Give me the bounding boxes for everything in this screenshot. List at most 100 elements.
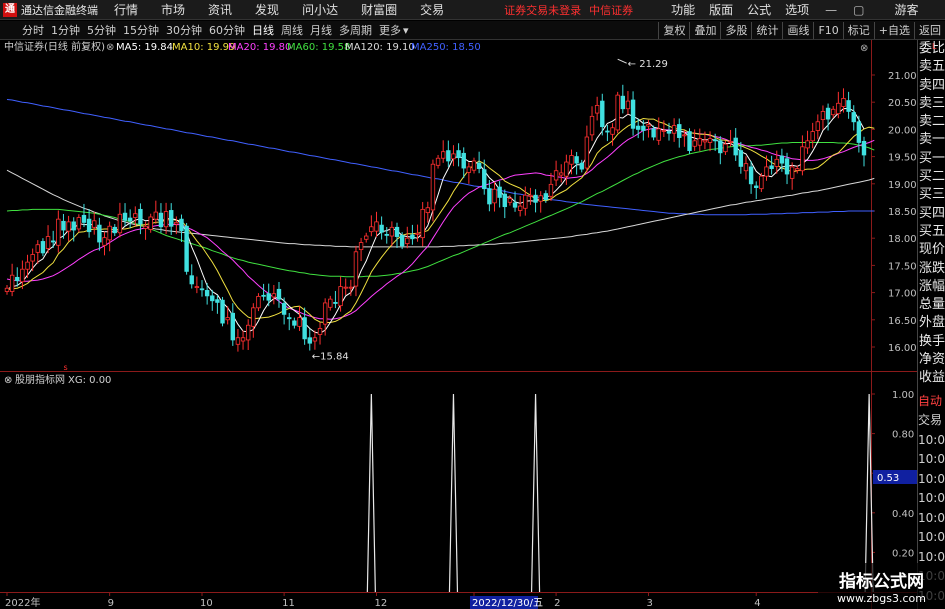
candle-body[interactable] [641,125,646,131]
stock-title-text[interactable]: 中信证券(日线 前复权) [4,40,105,53]
candle-body[interactable] [415,232,420,235]
candle-body[interactable] [825,107,831,120]
candle-body[interactable] [343,286,348,289]
candle-body[interactable] [292,320,297,326]
tool-biaoji[interactable]: 标记 [842,21,874,39]
candle-body[interactable] [133,213,138,218]
candle-body[interactable] [497,186,502,198]
candle-body[interactable] [543,193,549,200]
candle-body[interactable] [25,261,30,270]
close-chart-icon[interactable]: ⊗ [860,43,868,54]
candle-body[interactable] [523,194,528,209]
candle-body[interactable] [446,150,451,162]
candle-body[interactable] [163,211,169,228]
candle-body[interactable] [333,301,338,304]
candle-body[interactable] [502,193,507,208]
candle-body[interactable] [410,234,415,240]
candle-body[interactable] [204,290,210,297]
candle-body[interactable] [754,185,759,189]
candle-body[interactable] [97,224,102,243]
candle-body[interactable] [358,242,364,251]
trade-mode-label[interactable]: 自动 [918,392,945,412]
menu-xuanxiang[interactable]: 选项 [785,1,809,18]
candle-body[interactable] [184,225,189,272]
candle-body[interactable] [476,162,482,169]
quote-label[interactable]: 卖三 [918,95,945,113]
candle-body[interactable] [528,194,533,197]
tool-fuquan[interactable]: 复权 [658,21,689,39]
candle-body[interactable] [553,170,559,181]
quote-label[interactable]: 卖五 [918,58,945,76]
candle-body[interactable] [759,175,764,190]
candle-body[interactable] [646,124,651,127]
candle-body[interactable] [364,235,369,240]
broker-name[interactable]: 中信证券 [589,2,633,18]
candle-body[interactable] [369,226,374,233]
more-dropdown-icon[interactable]: ▾ [403,24,409,37]
candle-body[interactable] [56,218,61,246]
candle-body[interactable] [215,299,220,303]
candle-body[interactable] [235,337,241,345]
candle-body[interactable] [779,155,785,164]
candle-body[interactable] [45,236,51,249]
candle-body[interactable] [533,194,538,203]
quote-label[interactable]: 卖二 [918,113,945,131]
candle-body[interactable] [81,214,87,223]
candle-body[interactable] [35,244,40,253]
tab-60min[interactable]: 60分钟 [209,22,245,38]
candle-body[interactable] [30,254,35,262]
candle-body[interactable] [856,121,862,143]
tool-back[interactable]: 返回 [914,21,945,39]
guest-label[interactable]: 游客 [895,1,919,18]
candle-body[interactable] [271,293,277,298]
candle-body[interactable] [61,220,66,231]
candle-body[interactable] [317,328,323,335]
candle-body[interactable] [507,198,513,203]
menu-caifuquan[interactable]: 财富圈 [361,1,397,18]
trade-mode-label[interactable]: 交易 [918,411,945,431]
quote-label[interactable]: 买四 [918,205,945,223]
candle-body[interactable] [682,134,687,137]
candlesticks[interactable] [4,84,867,352]
candle-body[interactable] [20,268,25,283]
candle-body[interactable] [800,146,805,172]
tab-more[interactable]: 更多 [379,22,401,38]
candle-body[interactable] [86,218,92,233]
tool-add-favorite[interactable]: +自选 [873,21,914,39]
candle-body[interactable] [697,138,702,146]
menu-gongshi[interactable]: 公式 [747,1,771,18]
candle-body[interactable] [71,221,76,231]
candle-body[interactable] [266,293,271,301]
candle-body[interactable] [789,166,795,179]
candle-body[interactable] [687,131,692,152]
candle-body[interactable] [251,307,256,327]
candle-body[interactable] [117,213,123,234]
quote-label[interactable]: 外盘 [918,314,945,332]
candle-body[interactable] [702,139,708,143]
menu-faxian[interactable]: 发现 [255,1,279,18]
candle-body[interactable] [374,221,379,232]
tab-1min[interactable]: 1分钟 [51,22,80,38]
candle-body[interactable] [707,138,713,143]
candle-body[interactable] [615,94,620,131]
candle-body[interactable] [738,150,744,167]
candle-body[interactable] [769,165,774,169]
candle-body[interactable] [718,140,723,154]
quote-label[interactable]: 涨跌 [918,260,945,278]
tool-duogu[interactable]: 多股 [720,21,751,39]
candle-body[interactable] [774,158,779,167]
candle-body[interactable] [784,158,790,175]
candle-body[interactable] [261,294,266,297]
candle-body[interactable] [148,216,153,230]
candle-body[interactable] [420,208,425,239]
candle-body[interactable] [405,237,410,245]
candle-body[interactable] [671,125,677,134]
candle-body[interactable] [276,288,282,300]
candle-body[interactable] [584,136,590,169]
candle-body[interactable] [605,130,610,133]
candle-body[interactable] [312,337,318,342]
candle-body[interactable] [456,150,461,159]
candle-body[interactable] [158,212,164,228]
quote-label[interactable]: 涨幅 [918,278,945,296]
candle-body[interactable] [76,217,82,230]
